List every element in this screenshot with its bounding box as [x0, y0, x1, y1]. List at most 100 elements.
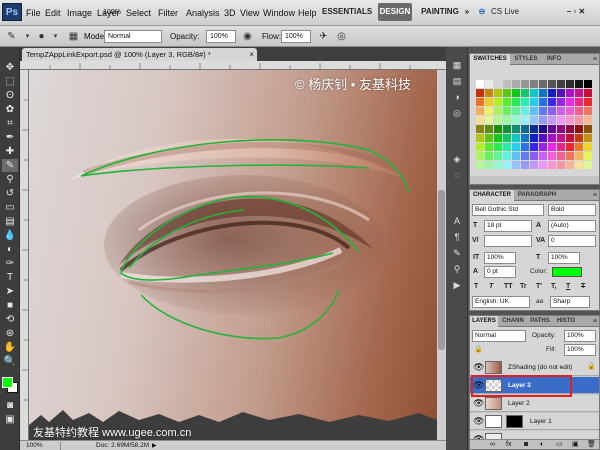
faux-italic-button[interactable]: T [489, 281, 493, 293]
tracking-field[interactable]: 0 [548, 235, 596, 247]
layer-row[interactable]: 👁 ZShading (do not edit) 🔒 [470, 359, 599, 376]
color-swatch[interactable] [485, 116, 493, 124]
color-swatch[interactable] [494, 116, 502, 124]
panel-menu-icon[interactable]: ≡ [593, 316, 597, 327]
color-swatch[interactable] [566, 98, 574, 106]
color-swatch[interactable] [530, 125, 538, 133]
history-brush-tool-icon[interactable]: ↺ [2, 187, 18, 200]
underline-button[interactable]: T [566, 281, 570, 293]
color-swatch[interactable] [512, 161, 520, 169]
color-swatch[interactable] [584, 125, 592, 133]
add-mask-icon[interactable]: ◙ [524, 440, 528, 450]
color-swatch[interactable] [548, 143, 556, 151]
color-swatch[interactable] [548, 125, 556, 133]
language-select[interactable]: English: UK [472, 296, 530, 308]
color-swatch[interactable] [503, 125, 511, 133]
color-swatch[interactable] [548, 161, 556, 169]
document-image[interactable]: © 杨庆钊 • 友基科技 友基特约教程 www.ugee.com.cn [29, 70, 437, 440]
color-swatch[interactable] [485, 89, 493, 97]
color-swatch[interactable] [548, 134, 556, 142]
close-icon[interactable]: × [249, 48, 254, 61]
screen-mode-icon[interactable]: ▣ [2, 413, 18, 426]
color-swatch[interactable] [575, 125, 583, 133]
antialias-select[interactable]: Sharp [550, 296, 590, 308]
pen-tool-icon[interactable]: ✑ [2, 257, 18, 270]
eyedropper-tool-icon[interactable]: ✒ [2, 131, 18, 144]
swatch-panel-icon[interactable]: ▤ [450, 75, 464, 88]
actions-panel-icon[interactable]: ▶ [450, 279, 464, 292]
color-swatch[interactable] [584, 134, 592, 142]
color-swatch[interactable] [575, 143, 583, 151]
lock-icon[interactable]: 🔒 [474, 344, 483, 356]
kerning-field[interactable] [484, 235, 532, 247]
color-swatch[interactable] [521, 134, 529, 142]
tab-channels[interactable]: CHANN [499, 316, 527, 327]
link-layers-icon[interactable]: ∞ [490, 440, 495, 450]
color-swatch[interactable] [539, 116, 547, 124]
tab-layers[interactable]: LAYERS [470, 316, 498, 327]
tab-character[interactable]: CHARACTER [470, 190, 514, 201]
adjustments-panel-icon[interactable]: ◑ [450, 91, 464, 104]
blend-mode-select[interactable]: Normal [472, 330, 526, 342]
dodge-tool-icon[interactable]: ◐ [2, 243, 18, 256]
small-caps-button[interactable]: Tr [520, 281, 527, 293]
horizontal-ruler[interactable] [20, 61, 446, 70]
color-swatch[interactable] [521, 116, 529, 124]
color-swatch[interactable] [512, 125, 520, 133]
pressure-size-icon[interactable]: ◎ [334, 29, 349, 44]
quick-select-tool-icon[interactable]: ✿ [2, 103, 18, 116]
color-swatch[interactable] [548, 80, 556, 88]
cs-live-button[interactable]: CS Live [489, 3, 521, 21]
tab-paragraph[interactable]: PARAGRAPH [515, 190, 559, 201]
color-swatch[interactable] [566, 116, 574, 124]
color-swatch[interactable] [530, 89, 538, 97]
color-swatch[interactable] [530, 80, 538, 88]
color-swatch[interactable] [530, 143, 538, 151]
color-swatch[interactable] [476, 116, 484, 124]
color-swatch[interactable] [548, 152, 556, 160]
move-tool-icon[interactable]: ✥ [2, 61, 18, 74]
color-swatch[interactable] [530, 98, 538, 106]
foreground-color-swatch[interactable] [2, 377, 13, 388]
color-swatch[interactable] [521, 125, 529, 133]
color-swatch[interactable] [557, 116, 565, 124]
color-swatch[interactable] [485, 98, 493, 106]
brush-preset-icon[interactable]: ● [34, 29, 49, 44]
color-swatch[interactable] [575, 152, 583, 160]
paragraph-panel-icon[interactable]: ¶ [450, 231, 464, 244]
color-swatch[interactable] [476, 125, 484, 133]
color-swatch[interactable] [476, 143, 484, 151]
healing-brush-tool-icon[interactable]: ✚ [2, 145, 18, 158]
color-swatch[interactable] [539, 80, 547, 88]
flow-field[interactable]: 100% [281, 30, 311, 43]
color-swatch[interactable] [476, 134, 484, 142]
color-swatch[interactable] [485, 125, 493, 133]
color-swatch[interactable] [521, 89, 529, 97]
color-swatch[interactable] [521, 152, 529, 160]
new-layer-icon[interactable]: ▣ [572, 440, 579, 450]
airbrush-icon[interactable]: ✈ [316, 29, 331, 44]
color-swatch[interactable] [503, 134, 511, 142]
leading-field[interactable]: (Auto) [548, 220, 596, 232]
color-swatch[interactable] [503, 98, 511, 106]
clone-source-panel-icon[interactable]: ⚲ [450, 263, 464, 276]
color-swatch[interactable] [557, 98, 565, 106]
color-swatch[interactable] [503, 80, 511, 88]
text-color-swatch[interactable] [552, 267, 582, 277]
color-swatch[interactable] [512, 152, 520, 160]
panel-menu-icon[interactable]: ≡ [593, 190, 597, 201]
font-size-field[interactable]: 18 pt [484, 220, 532, 232]
color-swatch[interactable] [503, 161, 511, 169]
tab-swatches[interactable]: SWATCHES [470, 54, 510, 65]
document-tab[interactable]: TempZAppLinkExport.psd @ 100% (Layer 3, … [22, 48, 257, 61]
eraser-tool-icon[interactable]: ▭ [2, 201, 18, 214]
color-swatch[interactable] [521, 107, 529, 115]
color-swatch[interactable] [584, 107, 592, 115]
tab-history[interactable]: HISTO [553, 316, 579, 327]
color-swatch[interactable] [494, 89, 502, 97]
color-swatch[interactable] [566, 107, 574, 115]
color-swatch[interactable] [476, 107, 484, 115]
color-swatch[interactable] [575, 107, 583, 115]
panel-menu-icon[interactable]: ≡ [593, 54, 597, 65]
type-tool-icon[interactable]: T [2, 271, 18, 284]
